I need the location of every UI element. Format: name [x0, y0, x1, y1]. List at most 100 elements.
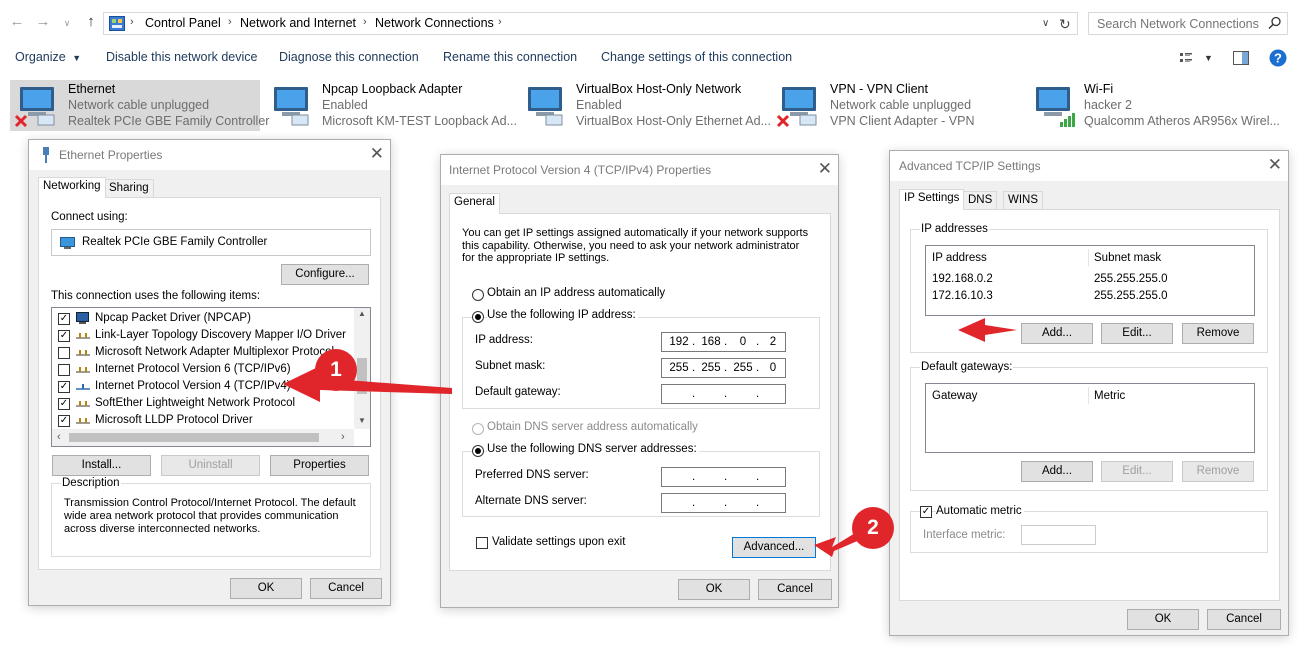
connection-vpn[interactable]: VPN - VPN Client Network cable unplugged… [772, 80, 1022, 131]
scroll-right-icon[interactable]: › [341, 431, 345, 443]
horizontal-scrollbar[interactable]: ‹ › [52, 429, 354, 446]
column-header-metric[interactable]: Metric [1094, 390, 1125, 402]
validate-label[interactable]: Validate settings upon exit [492, 536, 625, 548]
disable-device-button[interactable]: Disable this network device [106, 50, 257, 64]
rename-button[interactable]: Rename this connection [443, 50, 577, 64]
help-icon[interactable]: ? [1269, 49, 1287, 67]
remove-ip-button[interactable]: Remove [1182, 323, 1254, 344]
breadcrumb-network-connections[interactable]: Network Connections [375, 16, 494, 30]
add-gateway-button[interactable]: Add... [1021, 461, 1093, 482]
close-icon[interactable]: ✕ [818, 159, 832, 179]
remove-gateway-button[interactable]: Remove [1182, 461, 1254, 482]
column-divider [1088, 387, 1089, 404]
uninstall-button[interactable]: Uninstall [161, 455, 260, 476]
automatic-metric-label[interactable]: Automatic metric [936, 505, 1024, 517]
table-cell-mask[interactable]: 255.255.255.0 [1094, 290, 1168, 302]
forward-icon[interactable]: → [34, 12, 52, 32]
tab-dns[interactable]: DNS [963, 191, 998, 210]
refresh-icon[interactable]: ↻ [1059, 16, 1071, 33]
ip-settings-panel: IP addresses IP address Subnet mask 192.… [899, 209, 1280, 601]
tab-general[interactable]: General [449, 193, 500, 214]
ip-address-field[interactable]: 192. 168. 0. 2 [661, 332, 786, 352]
configure-button[interactable]: Configure... [281, 264, 369, 285]
connection-npcap-loopback[interactable]: Npcap Loopback Adapter Enabled Microsoft… [264, 80, 517, 131]
advanced-button[interactable]: Advanced... [732, 537, 816, 558]
automatic-metric-checkbox[interactable]: ✓ [920, 506, 932, 518]
edit-ip-button[interactable]: Edit... [1101, 323, 1173, 344]
recent-dropdown-icon[interactable]: ∨ [58, 13, 76, 33]
column-header-mask[interactable]: Subnet mask [1094, 252, 1161, 264]
view-dropdown-icon[interactable]: ▼ [1204, 53, 1213, 63]
validate-checkbox[interactable] [476, 537, 488, 549]
use-following-dns-radio[interactable] [472, 445, 484, 457]
obtain-dns-auto-label[interactable]: Obtain DNS server address automatically [487, 421, 698, 433]
scrollbar-thumb[interactable] [357, 358, 367, 394]
ok-button[interactable]: OK [230, 578, 302, 599]
alternate-dns-field[interactable]: ... [661, 493, 786, 513]
cancel-button[interactable]: Cancel [1207, 609, 1281, 630]
scroll-left-icon[interactable]: ‹ [57, 431, 61, 443]
obtain-ip-auto-label[interactable]: Obtain an IP address automatically [487, 287, 665, 299]
use-following-ip-label[interactable]: Use the following IP address: [487, 309, 638, 321]
preferred-dns-field[interactable]: ... [661, 467, 786, 487]
scroll-up-icon[interactable]: ▲ [358, 309, 366, 318]
install-button[interactable]: Install... [52, 455, 151, 476]
ok-button[interactable]: OK [1127, 609, 1199, 630]
item-checkbox[interactable]: ✓ [58, 398, 70, 410]
up-icon[interactable]: ↑ [82, 12, 100, 32]
scrollbar-thumb[interactable] [69, 433, 319, 442]
edit-gateway-button[interactable]: Edit... [1101, 461, 1173, 482]
ip-addresses-table[interactable]: IP address Subnet mask 192.168.0.2 255.2… [925, 245, 1255, 316]
breadcrumb-separator-icon: › [363, 16, 367, 28]
back-icon[interactable]: ← [8, 12, 26, 32]
properties-button[interactable]: Properties [270, 455, 369, 476]
scroll-down-icon[interactable]: ▼ [358, 416, 366, 425]
obtain-dns-auto-radio[interactable] [472, 423, 484, 435]
tab-wins[interactable]: WINS [1003, 191, 1044, 210]
item-checkbox[interactable] [58, 364, 70, 376]
obtain-ip-auto-radio[interactable] [472, 289, 484, 301]
change-settings-button[interactable]: Change settings of this connection [601, 50, 792, 64]
tab-sharing[interactable]: Sharing [104, 179, 154, 198]
item-checkbox[interactable]: ✓ [58, 330, 70, 342]
diagnose-button[interactable]: Diagnose this connection [279, 50, 419, 64]
table-cell-ip[interactable]: 172.16.10.3 [932, 290, 993, 302]
address-path[interactable]: › Control Panel › Network and Internet ›… [103, 12, 1078, 35]
use-following-ip-radio[interactable] [472, 311, 484, 323]
search-icon[interactable] [1268, 16, 1282, 30]
close-icon[interactable]: ✕ [1268, 155, 1282, 175]
subnet-mask-field[interactable]: 255. 255. 255. 0 [661, 358, 786, 378]
item-checkbox[interactable]: ✓ [58, 381, 70, 393]
default-gateway-field[interactable]: ... [661, 384, 786, 404]
ok-button[interactable]: OK [678, 579, 750, 600]
close-icon[interactable]: ✕ [370, 144, 384, 164]
column-header-ip[interactable]: IP address [932, 252, 987, 264]
breadcrumb-network-internet[interactable]: Network and Internet [240, 16, 356, 30]
address-dropdown-icon[interactable]: ∨ [1042, 18, 1049, 29]
add-ip-button[interactable]: Add... [1021, 323, 1093, 344]
cancel-button[interactable]: Cancel [758, 579, 832, 600]
breadcrumb-control-panel[interactable]: Control Panel [145, 16, 221, 30]
connection-status: hacker 2 [1084, 98, 1132, 112]
table-cell-mask[interactable]: 255.255.255.0 [1094, 273, 1168, 285]
tab-ip-settings[interactable]: IP Settings [899, 189, 965, 210]
interface-metric-field[interactable] [1021, 525, 1096, 545]
disconnected-x-icon [14, 114, 28, 128]
item-checkbox[interactable] [58, 347, 70, 359]
organize-menu[interactable]: Organize ▼ [15, 50, 81, 64]
tab-networking[interactable]: Networking [38, 177, 106, 198]
connection-wifi[interactable]: Wi-Fi hacker 2 Qualcomm Atheros AR956x W… [1026, 80, 1296, 131]
view-options-icon[interactable] [1179, 51, 1193, 65]
column-header-gateway[interactable]: Gateway [932, 390, 977, 402]
search-box[interactable] [1088, 12, 1288, 35]
table-cell-ip[interactable]: 192.168.0.2 [932, 273, 993, 285]
preview-pane-icon[interactable] [1233, 51, 1249, 65]
item-checkbox[interactable]: ✓ [58, 415, 70, 427]
gateways-table[interactable]: Gateway Metric [925, 383, 1255, 453]
item-checkbox[interactable]: ✓ [58, 313, 70, 325]
connection-ethernet[interactable]: Ethernet Network cable unplugged Realtek… [10, 80, 269, 131]
connection-virtualbox[interactable]: VirtualBox Host-Only Network Enabled Vir… [518, 80, 771, 131]
search-input[interactable] [1095, 14, 1265, 34]
use-following-dns-label[interactable]: Use the following DNS server addresses: [487, 443, 699, 455]
cancel-button[interactable]: Cancel [310, 578, 382, 599]
